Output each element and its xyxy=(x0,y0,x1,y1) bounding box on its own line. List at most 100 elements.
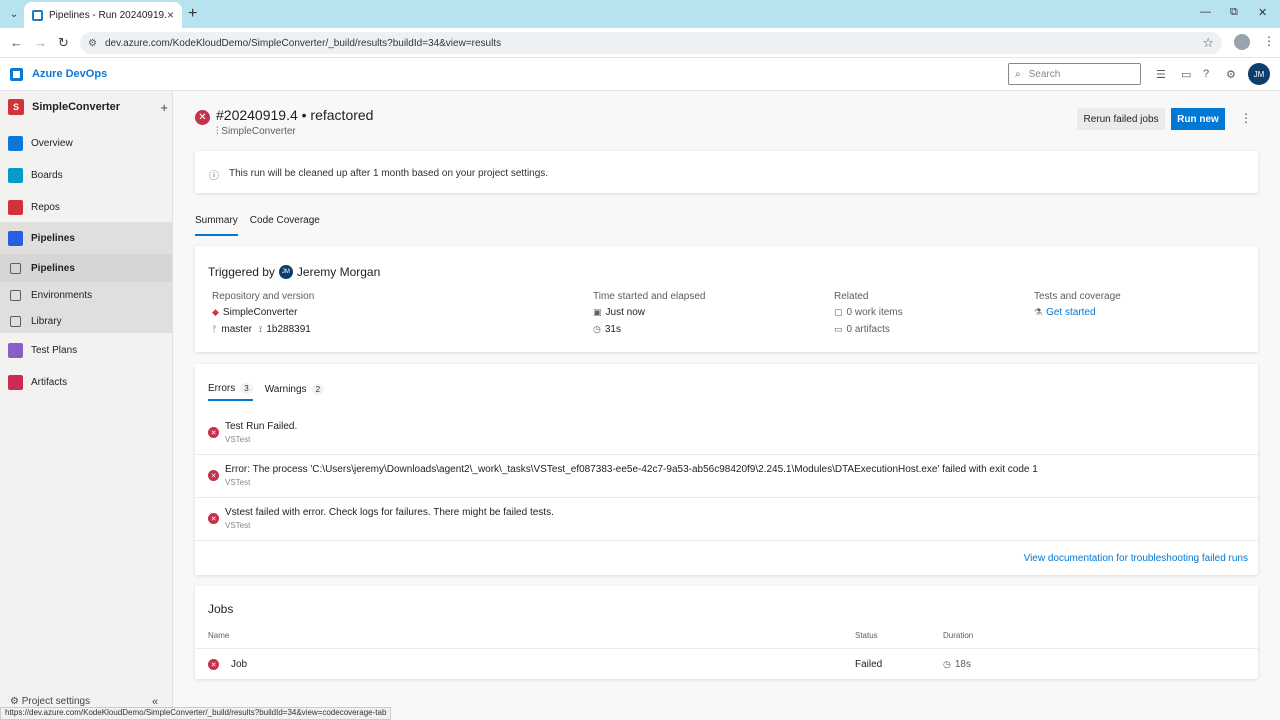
issues-tabs: Errors 3 Warnings 2 xyxy=(208,383,325,401)
tab-search-icon[interactable]: ⌄ xyxy=(6,6,22,22)
triggered-by-name: Jeremy Morgan xyxy=(296,265,381,279)
pipeline-link[interactable]: ⫶ SimpleConverter xyxy=(216,126,296,137)
tab-warnings[interactable]: Warnings 2 xyxy=(264,383,325,401)
work-items-list-icon[interactable]: ☰ xyxy=(1156,68,1166,81)
boards-icon xyxy=(8,167,23,183)
summary-card: Triggered by JM Jeremy Morgan Repository… xyxy=(195,246,1258,352)
ado-favicon-icon xyxy=(32,9,43,21)
sidebar-subitem-pipelines[interactable]: Pipelines xyxy=(0,254,172,282)
tests-header: Tests and coverage xyxy=(1034,291,1121,302)
profile-avatar[interactable] xyxy=(1234,34,1250,50)
calendar-icon: ▣ xyxy=(593,307,602,317)
run-new-button[interactable]: Run new xyxy=(1171,108,1225,130)
add-icon[interactable]: + xyxy=(160,100,168,115)
tab-code-coverage[interactable]: Code Coverage xyxy=(250,215,320,236)
rerun-failed-jobs-button[interactable]: Rerun failed jobs xyxy=(1077,108,1165,130)
sidebar-subitem-environments[interactable]: Environments xyxy=(0,282,172,309)
sidebar-item-pipelines[interactable]: Pipelines xyxy=(0,222,172,254)
project-badge: S xyxy=(8,99,24,115)
table-row[interactable]: ✕ Job Failed ◷ 18s xyxy=(195,648,1259,678)
close-icon[interactable]: × xyxy=(167,8,174,22)
retention-info-banner: ⓘ This run will be cleaned up after 1 mo… xyxy=(195,151,1258,193)
repo-icon: ◆ xyxy=(212,307,219,317)
error-row[interactable]: ✕ Vstest failed with error. Check logs f… xyxy=(195,498,1259,541)
artifacts-count: 0 artifacts xyxy=(846,324,890,335)
commit-id: 1b288391 xyxy=(266,324,311,335)
commit-link[interactable]: ⟟ 1b288391 xyxy=(259,324,311,335)
error-row[interactable]: ✕ Error: The process 'C:\Users\jeremy\Do… xyxy=(195,455,1259,498)
error-source: VSTest xyxy=(225,521,251,530)
get-started-link[interactable]: ⚗ Get started xyxy=(1034,307,1096,318)
sidebar-item-label: Artifacts xyxy=(31,376,68,388)
user-avatar[interactable]: JM xyxy=(1248,63,1270,85)
repo-link[interactable]: ◆ SimpleConverter xyxy=(212,307,297,318)
minimize-icon[interactable]: — xyxy=(1200,6,1211,18)
error-icon: ✕ xyxy=(208,427,219,438)
url-field[interactable]: ⚙ dev.azure.com/KodeKloudDemo/SimpleConv… xyxy=(80,32,1222,54)
started-value: Just now xyxy=(605,307,645,318)
tab-errors[interactable]: Errors 3 xyxy=(208,383,253,401)
get-started-label: Get started xyxy=(1046,307,1096,318)
tab-title: Pipelines - Run 20240919.4 xyxy=(49,9,167,21)
avatar: JM xyxy=(278,265,293,279)
browser-tab[interactable]: Pipelines - Run 20240919.4 × xyxy=(24,2,182,28)
info-icon: ⓘ xyxy=(209,171,219,182)
sidebar-item-repos[interactable]: Repos xyxy=(0,192,172,222)
project-settings-link[interactable]: ⚙ Project settings xyxy=(10,696,90,707)
error-message: Vstest failed with error. Check logs for… xyxy=(225,507,554,518)
triggered-by-label: Triggered by xyxy=(208,265,275,279)
issues-card: Errors 3 Warnings 2 ✕ Test Run Failed. VST… xyxy=(195,364,1259,575)
user-settings-icon[interactable]: ⚙ xyxy=(1226,68,1236,81)
sidebar-item-label: Pipelines xyxy=(31,232,75,244)
back-icon[interactable]: ← xyxy=(10,35,23,50)
errors-label: Errors xyxy=(208,383,236,394)
restore-icon[interactable]: ⧉ xyxy=(1230,6,1238,19)
artifact-icon: ▭ xyxy=(834,324,843,334)
bookmark-star-icon[interactable]: ☆ xyxy=(1202,35,1214,51)
sidebar-subitem-library[interactable]: Library xyxy=(0,309,172,333)
site-info-icon[interactable]: ⚙ xyxy=(88,38,97,49)
address-bar: ← → ↻ ⚙ dev.azure.com/KodeKloudDemo/Simp… xyxy=(0,28,1280,58)
window-close-icon[interactable]: ✕ xyxy=(1258,6,1267,19)
related-header: Related xyxy=(834,291,869,302)
error-source: VSTest xyxy=(225,478,251,487)
reload-icon[interactable]: ↻ xyxy=(58,35,69,51)
product-name[interactable]: Azure DevOps xyxy=(32,68,107,80)
project-name: SimpleConverter xyxy=(32,101,121,113)
triggered-by: Triggered by JM Jeremy Morgan xyxy=(208,265,380,279)
failed-job-icon: ✕ xyxy=(208,659,219,670)
troubleshooting-docs-link[interactable]: View documentation for troubleshooting f… xyxy=(1024,553,1248,564)
warnings-label: Warnings xyxy=(264,384,307,395)
sidebar-item-overview[interactable]: Overview xyxy=(0,128,172,158)
sidebar-item-test-plans[interactable]: Test Plans xyxy=(0,335,172,365)
error-icon: ✕ xyxy=(208,513,219,524)
job-name: Job xyxy=(231,659,248,670)
search-input[interactable]: ⌕ Search xyxy=(1008,63,1141,85)
more-actions-icon[interactable]: ⋮ xyxy=(1240,111,1252,125)
azure-devops-logo-icon[interactable] xyxy=(10,68,23,81)
error-message: Test Run Failed. xyxy=(225,421,298,432)
help-icon[interactable]: ? xyxy=(1203,68,1209,80)
error-row[interactable]: ✕ Test Run Failed. VSTest xyxy=(195,412,1259,455)
forward-icon[interactable]: → xyxy=(34,35,47,50)
time-header: Time started and elapsed xyxy=(593,291,706,302)
tab-summary[interactable]: Summary xyxy=(195,215,238,236)
work-items-count: 0 work items xyxy=(846,307,903,318)
browser-menu-icon[interactable]: ⋮ xyxy=(1263,34,1275,48)
sidebar-item-label: Library xyxy=(31,315,62,327)
marketplace-bag-icon[interactable]: ▭ xyxy=(1181,68,1191,81)
project-selector[interactable]: S SimpleConverter + xyxy=(8,99,168,115)
artifacts-link[interactable]: ▭ 0 artifacts xyxy=(834,324,890,335)
sidebar-item-artifacts[interactable]: Artifacts xyxy=(0,367,172,397)
page-title: #20240919.4 • refactored xyxy=(216,107,374,123)
work-items-link[interactable]: ▢ 0 work items xyxy=(834,307,903,318)
failed-status-icon: ✕ xyxy=(195,110,210,125)
job-duration: ◷ 18s xyxy=(943,659,971,670)
pipelines-icon xyxy=(8,230,23,246)
sidebar-item-label: Pipelines xyxy=(31,262,75,274)
branch-link[interactable]: ᚠ master xyxy=(212,324,252,335)
repo-header: Repository and version xyxy=(212,291,315,302)
new-tab-icon[interactable]: + xyxy=(188,5,197,23)
sidebar-item-label: Test Plans xyxy=(31,344,78,356)
sidebar-item-boards[interactable]: Boards xyxy=(0,160,172,190)
